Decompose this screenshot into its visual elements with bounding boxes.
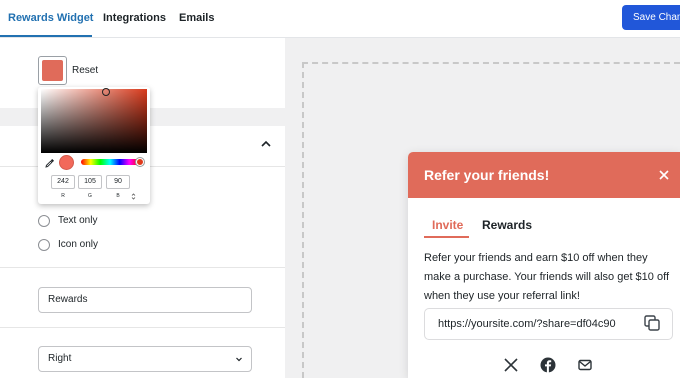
hue-slider[interactable] — [81, 159, 139, 165]
hue-slider-handle[interactable] — [136, 158, 144, 166]
widget-header: Refer your friends! — [408, 152, 680, 198]
saturation-handle[interactable] — [102, 88, 110, 96]
rewards-widget-preview: Refer your friends! Invite Rewards Refer… — [408, 152, 680, 378]
x-icon[interactable] — [503, 357, 519, 373]
format-toggle-icon[interactable] — [131, 193, 136, 200]
top-bar: Rewards Widget Integrations Emails Save … — [0, 0, 680, 38]
color-swatch-button[interactable] — [38, 56, 67, 85]
red-label: R — [61, 193, 65, 199]
tab-emails[interactable]: Emails — [179, 0, 214, 38]
tab-integrations[interactable]: Integrations — [103, 0, 166, 38]
tab-rewards[interactable]: Rewards — [482, 218, 532, 232]
radio-circle[interactable] — [38, 239, 50, 251]
tab-rewards-widget[interactable]: Rewards Widget — [8, 0, 93, 38]
close-icon[interactable] — [658, 169, 670, 181]
widget-description: Refer your friends and earn $10 off when… — [424, 252, 670, 302]
red-input[interactable]: 242 — [51, 175, 75, 189]
active-tab-indicator — [0, 35, 92, 37]
radio-label: Icon only — [58, 239, 99, 250]
green-input[interactable]: 105 — [78, 175, 102, 189]
position-select-value: Right — [48, 353, 72, 364]
reset-button[interactable]: Reset — [72, 65, 98, 76]
color-swatch — [42, 60, 63, 81]
color-preview — [59, 155, 74, 170]
widget-title: Refer your friends! — [424, 167, 550, 183]
divider — [0, 267, 285, 268]
radio-circle[interactable] — [38, 215, 50, 227]
email-icon[interactable] — [577, 357, 593, 373]
label-text-input[interactable]: Rewards — [38, 287, 252, 313]
referral-link-field[interactable]: https://yoursite.com/?share=df04c90 — [424, 308, 673, 340]
saturation-area[interactable] — [41, 89, 147, 153]
color-picker-popup: 242 105 90 R G B — [38, 87, 150, 204]
facebook-icon[interactable] — [540, 357, 556, 373]
blue-label: B — [116, 193, 120, 199]
position-select[interactable]: Right — [38, 346, 252, 372]
chevron-up-icon[interactable] — [259, 137, 273, 151]
eyedropper-icon[interactable] — [45, 158, 55, 168]
save-changes-button[interactable]: Save Changes — [622, 5, 680, 30]
blue-input[interactable]: 90 — [106, 175, 130, 189]
copy-icon[interactable] — [643, 314, 661, 332]
tab-invite[interactable]: Invite — [432, 218, 463, 232]
divider — [0, 327, 285, 328]
chevron-down-icon — [236, 357, 242, 362]
green-label: G — [88, 193, 92, 199]
radio-label: Text only — [58, 215, 98, 226]
active-tab-indicator — [424, 236, 469, 238]
